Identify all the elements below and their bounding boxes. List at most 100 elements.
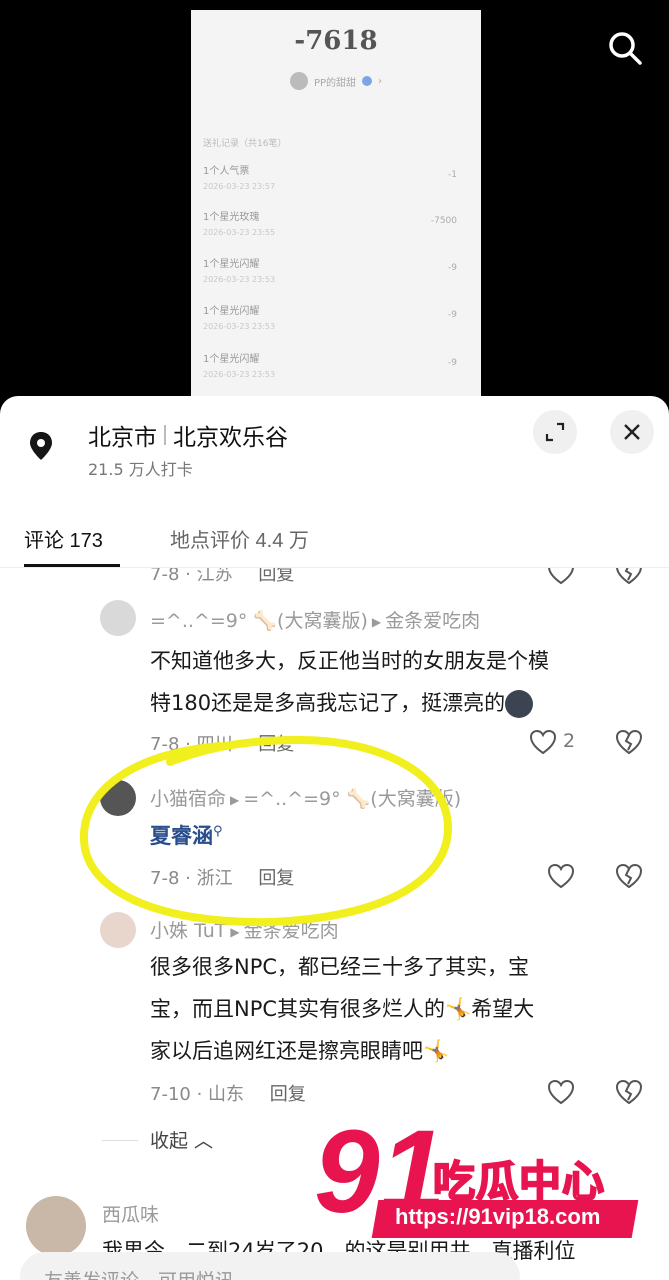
collapse-replies-button[interactable]: 收起 ︿ — [150, 1126, 213, 1153]
avatar[interactable] — [100, 600, 136, 636]
person-emoji-icon: 🤸 — [445, 997, 472, 1021]
broken-heart-icon[interactable] — [614, 1078, 644, 1106]
comment-line: 特180还是是多高我忘记了，挺漂亮的 — [150, 691, 506, 715]
embedded-user-row: PP的甜甜 › — [191, 72, 481, 90]
heart-icon[interactable] — [546, 1078, 576, 1106]
reply-arrow-icon: ▶ — [230, 924, 240, 939]
location-pin-icon — [30, 432, 52, 460]
reply-arrow-icon: ▶ — [371, 614, 382, 629]
comment-body: 不知道他多大，反正他当时的女朋友是个模 特180还是是多高我忘记了，挺漂亮的 — [150, 640, 650, 724]
tab-bar: 评论 173 地点评价 4.4 万 — [0, 516, 669, 568]
tab-comments[interactable]: 评论 173 — [24, 524, 103, 553]
face-emoji-icon — [505, 690, 534, 718]
heart-icon[interactable] — [528, 728, 558, 756]
comment-meta: 7-8 · 浙江 回复 — [150, 864, 294, 890]
comment-author[interactable]: 小姝 TuT — [150, 920, 226, 942]
embedded-username: PP的甜甜 — [313, 77, 357, 89]
comment-line: 家以后追网红还是擦亮眼睛吧 — [150, 1039, 423, 1063]
heart-icon[interactable] — [546, 568, 576, 586]
embedded-record: 1个星光闪耀 2026-03-23 23:53 -9 — [203, 350, 465, 379]
close-button[interactable] — [610, 410, 654, 454]
record-value: -9 — [448, 358, 457, 368]
mention-text: 夏睿涵 — [150, 824, 213, 848]
comment-line: 不知道他多大，反正他当时的女朋友是个模 — [150, 649, 549, 673]
record-name: 1个星光闪耀 — [203, 306, 260, 317]
record-value: -7500 — [430, 216, 457, 226]
embedded-amount: -7618 — [294, 26, 378, 56]
embedded-avatar — [289, 72, 308, 90]
heart-icon[interactable] — [546, 862, 576, 890]
person-emoji-icon: 🤸 — [423, 1039, 450, 1063]
record-name: 1个人气票 — [203, 166, 250, 177]
comment-meta: 7-8 · 江苏 回复 — [150, 568, 294, 586]
reply-target[interactable]: =^..^=9° 🦴(大窝囊版) — [243, 788, 461, 810]
collapse-label: 收起 — [150, 1130, 189, 1152]
search-button[interactable] — [605, 28, 645, 68]
comment-input[interactable]: 友善发评论，可用悦讯 — [20, 1252, 520, 1280]
reply-arrow-icon: ▶ — [230, 792, 240, 807]
comment-date-location: 7-8 · 江苏 — [150, 568, 233, 585]
record-value: -1 — [448, 170, 457, 180]
comment-author[interactable]: =^..^=9° 🦴(大窝囊版) — [150, 610, 368, 632]
record-time: 2026-03-23 23:57 — [203, 182, 276, 191]
reply-target[interactable]: 金条爱吃肉 — [385, 610, 480, 632]
separator — [164, 425, 166, 445]
checkin-count: 21.5 万人打卡 — [88, 460, 193, 479]
comment-date-location: 7-10 · 山东 — [150, 1084, 245, 1105]
comment-author[interactable]: 小猫宿命 — [150, 788, 226, 810]
broken-heart-icon[interactable] — [614, 568, 644, 586]
collapse-divider — [102, 1140, 138, 1141]
embedded-record: 1个星光闪耀 2026-03-23 23:53 -9 — [203, 255, 465, 284]
comment-input-placeholder: 友善发评论，可用悦讯 — [44, 1266, 234, 1280]
record-time: 2026-03-23 23:53 — [203, 275, 276, 284]
tab-underline — [24, 564, 120, 567]
comment-meta: 7-8 · 四川 回复 — [150, 730, 294, 756]
search-icon — [609, 32, 642, 65]
record-time: 2026-03-23 23:53 — [203, 322, 276, 331]
city-name: 北京市 — [88, 424, 157, 450]
top-media-area: -7618 PP的甜甜 › 送礼记录（共16笔） 1个人气票 2026-03-2… — [0, 0, 669, 400]
record-time: 2026-03-23 23:55 — [203, 228, 276, 237]
chevron-right-icon: › — [378, 75, 383, 87]
reply-button[interactable]: 回复 — [258, 568, 294, 585]
embedded-record: 1个人气票 2026-03-23 23:57 -1 — [203, 162, 465, 191]
watermark-url: https://91vip18.com — [395, 1204, 601, 1229]
avatar[interactable] — [100, 780, 136, 816]
tab-place-reviews[interactable]: 地点评价 4.4 万 — [170, 524, 309, 553]
verified-icon — [362, 76, 373, 86]
comment-author[interactable]: 西瓜味 — [102, 1200, 159, 1227]
reply-button[interactable]: 回复 — [258, 868, 294, 889]
chevron-up-icon: ︿ — [188, 1130, 214, 1152]
embedded-records-title: 送礼记录（共16笔） — [203, 139, 287, 149]
comment-line: 宝，而且NPC其实有很多烂人的 — [150, 997, 446, 1021]
record-value: -9 — [448, 310, 457, 320]
close-icon — [624, 424, 640, 440]
record-name: 1个星光闪耀 — [203, 259, 260, 270]
place-name: 北京欢乐谷 — [173, 424, 288, 450]
comment-line: 很多很多NPC，都已经三十多了其实，宝 — [150, 955, 530, 979]
reply-button[interactable]: 回复 — [258, 734, 294, 755]
broken-heart-icon[interactable] — [614, 862, 644, 890]
avatar[interactable] — [26, 1196, 86, 1256]
mention-link[interactable]: 夏睿涵⚲ — [150, 820, 223, 850]
record-name: 1个星光闪耀 — [203, 354, 260, 365]
comment-author-line: 小姝 TuT ▶ 金条爱吃肉 — [150, 916, 339, 943]
expand-icon — [545, 422, 565, 442]
comment-date-location: 7-8 · 四川 — [150, 734, 233, 755]
reply-button[interactable]: 回复 — [270, 1084, 306, 1105]
broken-heart-icon[interactable] — [614, 728, 644, 756]
expand-button[interactable] — [533, 410, 577, 454]
record-time: 2026-03-23 23:53 — [203, 370, 276, 379]
place-title[interactable]: 北京市 北京欢乐谷 — [88, 418, 288, 452]
comment-author-line: =^..^=9° 🦴(大窝囊版) ▶ 金条爱吃肉 — [150, 606, 480, 633]
reply-target[interactable]: 金条爱吃肉 — [244, 920, 339, 942]
comment-body: 很多很多NPC，都已经三十多了其实，宝 宝，而且NPC其实有很多烂人的🤸希望大 … — [150, 946, 650, 1072]
embedded-record: 1个星光玫瑰 2026-03-23 23:55 -7500 — [203, 208, 465, 237]
comment-author-line: 小猫宿命 ▶ =^..^=9° 🦴(大窝囊版) — [150, 784, 461, 811]
embedded-screenshot: -7618 PP的甜甜 › 送礼记录（共16笔） 1个人气票 2026-03-2… — [191, 10, 481, 400]
record-value: -9 — [448, 263, 457, 273]
embedded-record: 1个星光闪耀 2026-03-23 23:53 -9 — [203, 302, 465, 331]
avatar[interactable] — [100, 912, 136, 948]
comment-meta: 7-10 · 山东 回复 — [150, 1080, 306, 1106]
like-count: 2 — [563, 730, 576, 752]
